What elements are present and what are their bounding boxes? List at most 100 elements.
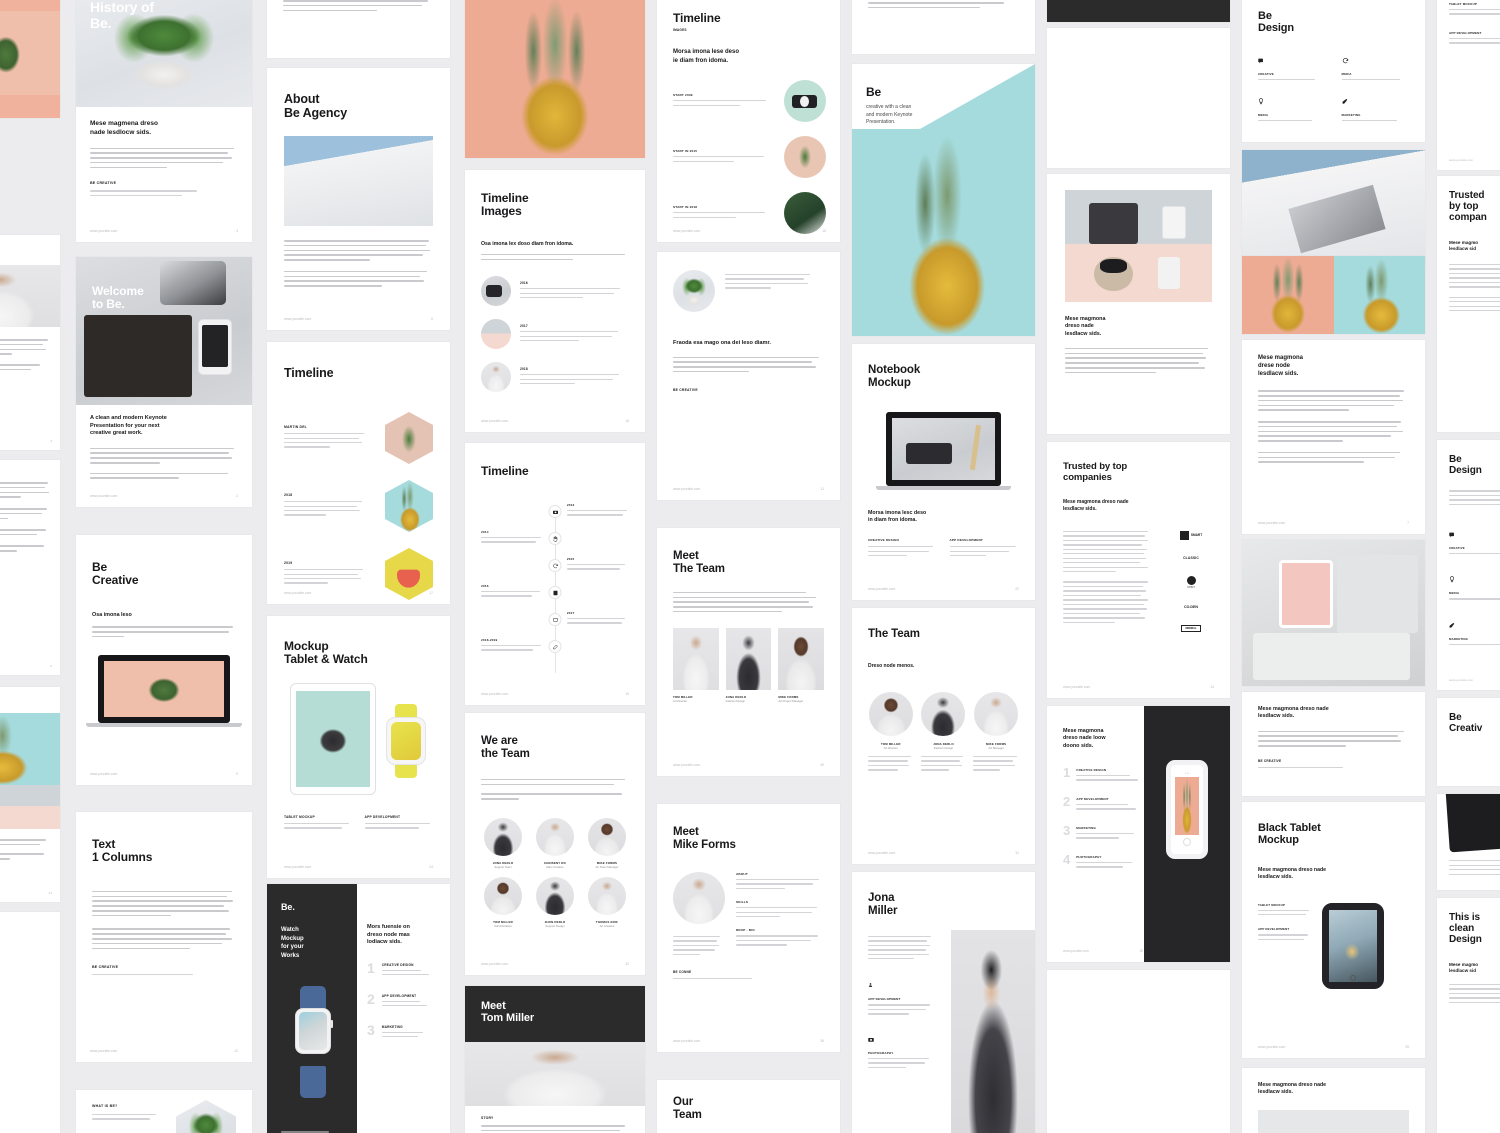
feature-item[interactable]: CREATIVE bbox=[1258, 51, 1326, 83]
feature-item[interactable]: MEDIA bbox=[1258, 92, 1326, 124]
slide-left-text-partial[interactable]: www.yoursite.com 5 bbox=[0, 460, 60, 675]
slide-pineapple-duo[interactable] bbox=[1242, 256, 1425, 334]
info-block[interactable]: TABLET MOCKUP bbox=[1258, 903, 1312, 916]
feature-item[interactable]: MEDIA bbox=[1449, 570, 1500, 600]
team-member[interactable]: Chriseny Do Marc Creative bbox=[533, 817, 577, 869]
feature-item[interactable]: MARKETING bbox=[1341, 92, 1410, 124]
team-member[interactable]: MIKE FORMS Art Manager bbox=[973, 691, 1019, 774]
slide-numbered-phone[interactable]: 9:41 Mese magmona dreso nade loow doono … bbox=[1047, 706, 1230, 962]
slide-mockup-tablet-watch[interactable]: Mockup Tablet & Watch TABLET MOCKUP APP … bbox=[267, 616, 450, 878]
slide-trusted-right-partial[interactable]: Trusted by top compan Mese magmo lesdlac… bbox=[1437, 176, 1500, 432]
timeline-item[interactable]: 2016 bbox=[481, 584, 543, 600]
slide-the-team[interactable]: The Team Dreso node menos. TOM MILLER Ar… bbox=[852, 608, 1035, 864]
slide-be-creative-laptop[interactable]: Be Creative Osa imona leso www.yoursite.… bbox=[76, 535, 252, 785]
timeline-item[interactable]: START 2009 bbox=[673, 80, 826, 122]
slide-be-design-top[interactable]: Be Design CREATIVE MEDIA MEDIA MARKETING bbox=[1242, 0, 1425, 142]
info-block[interactable]: APP DEVELOPMENT bbox=[868, 975, 934, 1015]
step-item[interactable]: 1 CREATIVE DESIGN bbox=[367, 961, 436, 979]
team-member[interactable]: Thomas Eric Art Creative bbox=[585, 876, 629, 928]
slide-we-are-the-team[interactable]: We are the Team Jona Derlo Support Team … bbox=[465, 713, 645, 975]
team-member[interactable]: MIKE FORMS Art Project Manager bbox=[778, 628, 824, 703]
team-member[interactable]: Jona Derlo Support Team bbox=[481, 817, 525, 869]
slide-left-bottom-partial[interactable] bbox=[0, 912, 60, 1133]
slide-mese-magmona-dreso[interactable]: Mese magmona dreso nade lesdlacw sids. B… bbox=[1242, 692, 1425, 796]
timeline-node[interactable] bbox=[548, 559, 562, 572]
team-member[interactable]: Mike Forms Art Team Manager bbox=[585, 817, 629, 869]
slide-notebook-mockup[interactable]: Notebook Mockup Morsa imona lesc deso in… bbox=[852, 344, 1035, 600]
timeline-node[interactable] bbox=[548, 586, 562, 599]
slide-pineapple-coral[interactable] bbox=[465, 0, 645, 158]
timeline-item[interactable]: START IN 2018 bbox=[673, 192, 826, 234]
info-block[interactable]: SKILLS bbox=[736, 900, 824, 918]
slide-left-man-partial[interactable]: www.yoursite.com 3 bbox=[0, 235, 60, 450]
timeline-item[interactable]: 2018-2019 bbox=[481, 638, 543, 654]
slide-dark-tablet-right-partial[interactable] bbox=[1437, 794, 1500, 890]
slide-timeline-icons[interactable]: Timeline 2013 2014 2015 2016 2017 2018-2… bbox=[465, 443, 645, 705]
timeline-item[interactable]: MARTIN DEL bbox=[284, 412, 433, 464]
timeline-item[interactable]: 2016 bbox=[481, 276, 629, 307]
timeline-node[interactable] bbox=[548, 532, 562, 545]
timeline-node[interactable] bbox=[548, 505, 562, 518]
slide-timeline-hexagons[interactable]: Timeline MARTIN DEL 2018 2019 www.yoursi… bbox=[267, 342, 450, 604]
team-member[interactable]: TOM MILLER Art Director bbox=[673, 628, 719, 703]
timeline-item[interactable]: 2018 bbox=[481, 362, 629, 393]
slide-top-partial-col2[interactable] bbox=[267, 0, 450, 58]
feature-item[interactable]: MEDIA bbox=[1341, 51, 1410, 83]
step-item[interactable]: 2 APP DEVELOPMENT bbox=[367, 992, 436, 1010]
timeline-item[interactable]: 2013 bbox=[566, 503, 629, 519]
team-member[interactable]: JONA DERLO Fashion Design bbox=[725, 628, 772, 703]
slide-desk-objects[interactable]: Mese magmona dreso nade lesdlacw sids. bbox=[1047, 174, 1230, 434]
slide-feature-plant[interactable]: Fraoda esa mago ona dei leso diamr. BE C… bbox=[657, 252, 840, 500]
slide-trusted-by-top-companies[interactable]: Trusted by top companies Mese magmona dr… bbox=[1047, 442, 1230, 698]
timeline-item[interactable]: 2018 bbox=[284, 480, 433, 532]
slide-keyboard-photo[interactable] bbox=[1242, 540, 1425, 686]
slide-about-be-agency[interactable]: About Be Agency www.yoursite.com 6 bbox=[267, 68, 450, 330]
slide-meet-tom-miller[interactable]: Meet Tom Miller STORY bbox=[465, 986, 645, 1133]
slide-timeline-images[interactable]: Timeline Images Osa imona lex doso diam … bbox=[465, 170, 645, 432]
slide-watch-mockup[interactable]: Be. Watch Mockup for your Works Mors fue… bbox=[267, 884, 450, 1133]
slide-be-design-right-partial[interactable]: Be Design CREATIVE MEDIA MARKETING www.y… bbox=[1437, 440, 1500, 690]
timeline-node[interactable] bbox=[548, 640, 562, 653]
timeline-item[interactable]: 2017 bbox=[481, 319, 629, 350]
step-item[interactable]: 4 PHOTOGRAPHY bbox=[1063, 853, 1143, 871]
info-block[interactable]: DRUP - BIO bbox=[736, 928, 824, 946]
slide-mese-bottom-col7[interactable]: Mese magmona dreso nade lesdlacw sids. bbox=[1242, 1068, 1425, 1133]
step-item[interactable]: 2 APP DEVELOPMENT bbox=[1063, 795, 1143, 813]
timeline-item[interactable]: 2014 bbox=[481, 530, 543, 546]
slide-right-partial-top[interactable]: TABLET MOCKUP APP DEVELOPMENT www.yoursi… bbox=[1437, 0, 1500, 170]
slide-left-pine-partial[interactable]: www.yoursite.com 21 bbox=[0, 687, 60, 902]
timeline-item[interactable]: 2017 bbox=[566, 611, 629, 627]
slide-left-coral-partial[interactable] bbox=[0, 0, 60, 118]
slide-jona-miller[interactable]: Jona Miller APP DEVELOPMENT PHOTOGRAPHY … bbox=[852, 872, 1035, 1133]
slide-history-of-be[interactable]: History of Be. Mese magmena dreso nade l… bbox=[76, 0, 252, 242]
slide-our-team-partial[interactable]: Our Team bbox=[657, 1080, 840, 1133]
timeline-item[interactable]: START IN 2015 bbox=[673, 136, 826, 178]
step-item[interactable]: 1 CREATIVE DESIGN bbox=[1063, 766, 1143, 784]
info-block[interactable]: PHOTOGRAPHY bbox=[868, 1029, 934, 1068]
team-member[interactable]: Jhon Derlo Support Design bbox=[533, 876, 577, 928]
feature-item[interactable]: CREATIVE bbox=[1449, 525, 1500, 555]
feature-item[interactable]: MARKETING bbox=[1449, 616, 1500, 646]
team-member[interactable]: TOM MILLER Art Director bbox=[868, 691, 914, 774]
slide-be-creative-dark[interactable]: Be Creative Mese magmona dreso nade lesd… bbox=[1047, 970, 1230, 1133]
slide-dark-strip-top[interactable] bbox=[1047, 0, 1230, 22]
info-block[interactable]: APP DEVELOPMENT bbox=[1258, 927, 1312, 941]
slide-timeline-circles[interactable]: Timeline IMAGES Morsa imona lese deso ie… bbox=[657, 0, 840, 242]
slide-be-creative-right-partial[interactable]: Be Creativ bbox=[1437, 698, 1500, 786]
slide-meet-mike-forms[interactable]: Meet Mike Forms ABOUT SKILLS DRUP - BIO … bbox=[657, 804, 840, 1052]
slide-meet-the-team[interactable]: Meet The Team TOM MILLER Art Director JO… bbox=[657, 528, 840, 776]
slide-plant-partial-bottom[interactable]: WHAT IS BE? bbox=[76, 1090, 252, 1133]
info-block[interactable]: ABOUT bbox=[736, 872, 824, 890]
team-member[interactable]: Tom Miller Administration bbox=[481, 876, 525, 928]
team-member[interactable]: JONA DERLO Fashion Design bbox=[920, 691, 967, 774]
timeline-item[interactable]: 2015 bbox=[566, 557, 629, 573]
step-item[interactable]: 3 MARKETING bbox=[1063, 824, 1143, 842]
slide-this-is-clean-design[interactable]: This is clean Design Mese magmo lesdlacw… bbox=[1437, 898, 1500, 1133]
slide-gray-sheet-photo[interactable] bbox=[1242, 150, 1425, 266]
timeline-node[interactable] bbox=[548, 613, 562, 626]
step-item[interactable]: 3 MARKETING bbox=[367, 1023, 436, 1041]
slide-mese-magmona-text[interactable]: Mese magmona drese node lesdlacw sids. w… bbox=[1242, 340, 1425, 534]
slide-welcome-to-be[interactable]: Welcome to Be. A clean and modern Keynot… bbox=[76, 257, 252, 507]
slide-top-partial-col5[interactable] bbox=[852, 0, 1035, 54]
slide-text-1-columns[interactable]: Text 1 Columns BE CREATIVE www.yoursite.… bbox=[76, 812, 252, 1062]
